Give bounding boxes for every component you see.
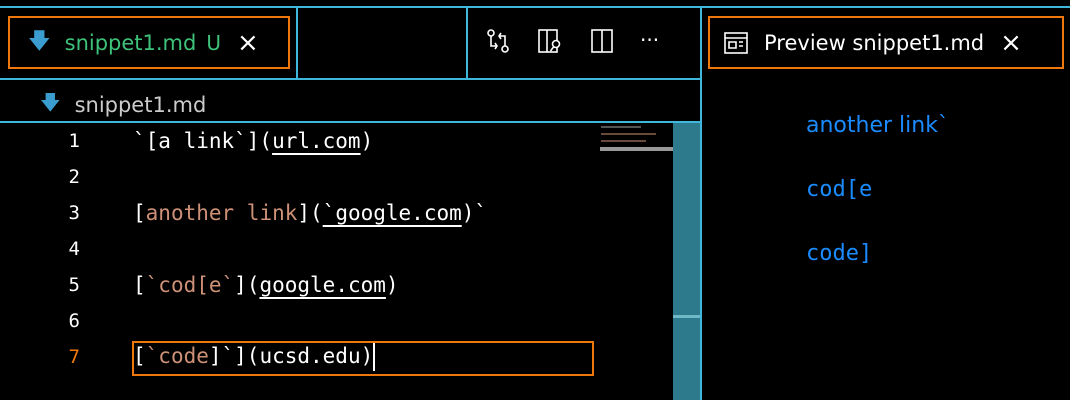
code-token: [	[133, 273, 146, 297]
top-border	[0, 6, 1070, 8]
code-line[interactable]: 2	[0, 159, 80, 195]
markdown-file-icon: 🡇	[28, 28, 51, 54]
code-token: [	[133, 201, 146, 225]
line-number: 3	[68, 202, 80, 224]
more-actions-button[interactable]: ···	[640, 28, 659, 52]
minimap[interactable]	[600, 123, 673, 163]
code-line[interactable]: 5 [`cod[e`](google.com)	[0, 267, 399, 303]
preview-link[interactable]: another link`	[806, 113, 949, 138]
line-content: [another link](`google.com)`	[133, 201, 487, 225]
code-token: `[a link`](	[133, 129, 273, 153]
code-line[interactable]: 6	[0, 303, 80, 339]
code-token: ](	[234, 273, 260, 297]
split-editor-icon[interactable]	[589, 28, 615, 54]
code-line[interactable]: 7 [`code]`](ucsd.edu)	[0, 339, 376, 375]
markdown-file-icon: 🡇	[40, 90, 61, 114]
line-content: [`cod[e`](google.com)	[133, 273, 399, 297]
code-token: `cod[e`	[145, 273, 235, 297]
code-token: google.com	[259, 273, 386, 297]
line-number: 4	[68, 238, 80, 260]
tab-divider	[296, 8, 298, 78]
preview-code-link[interactable]: cod[e	[806, 177, 872, 202]
line-number: 7	[68, 346, 80, 368]
breadcrumb-filename: snippet1.md	[74, 93, 207, 117]
code-token: )	[360, 129, 374, 153]
preview-tab[interactable]: Preview snippet1.md ×	[708, 16, 1064, 69]
compare-changes-icon[interactable]	[485, 28, 511, 54]
preview-code-link[interactable]: code]	[806, 241, 872, 266]
editor-tab[interactable]: 🡇 snippet1.md U ×	[8, 16, 290, 69]
tabbar-border	[0, 78, 700, 80]
code-token: )	[385, 273, 399, 297]
pane-divider	[700, 8, 702, 400]
code-token: another link	[145, 201, 298, 225]
open-preview-icon[interactable]	[537, 28, 563, 54]
line-number: 5	[68, 274, 80, 296]
code-token: `google.com	[322, 201, 462, 225]
line-number: 2	[68, 166, 80, 188]
code-line[interactable]: 1 `[a link`](url.com)	[0, 123, 374, 159]
line-number: 1	[68, 130, 80, 152]
code-line[interactable]: 3 [another link](`google.com)`	[0, 195, 488, 231]
breadcrumb[interactable]: 🡇 snippet1.md	[40, 88, 206, 122]
preview-tab-title: Preview snippet1.md	[764, 30, 985, 55]
tab-divider	[466, 8, 468, 78]
close-icon[interactable]: ×	[1000, 28, 1022, 58]
git-status-badge: U	[206, 30, 221, 55]
close-icon[interactable]: ×	[237, 28, 259, 58]
current-line-highlight	[132, 341, 594, 376]
code-token: ](	[297, 201, 323, 225]
scrollbar[interactable]	[673, 123, 700, 400]
preview-icon	[724, 31, 748, 54]
code-line[interactable]: 4	[0, 231, 80, 267]
line-number: 6	[68, 310, 80, 332]
tab-filename: snippet1.md	[64, 30, 197, 55]
code-token: )`	[461, 201, 488, 225]
line-content: `[a link`](url.com)	[133, 129, 373, 153]
code-token: url.com	[272, 129, 361, 153]
